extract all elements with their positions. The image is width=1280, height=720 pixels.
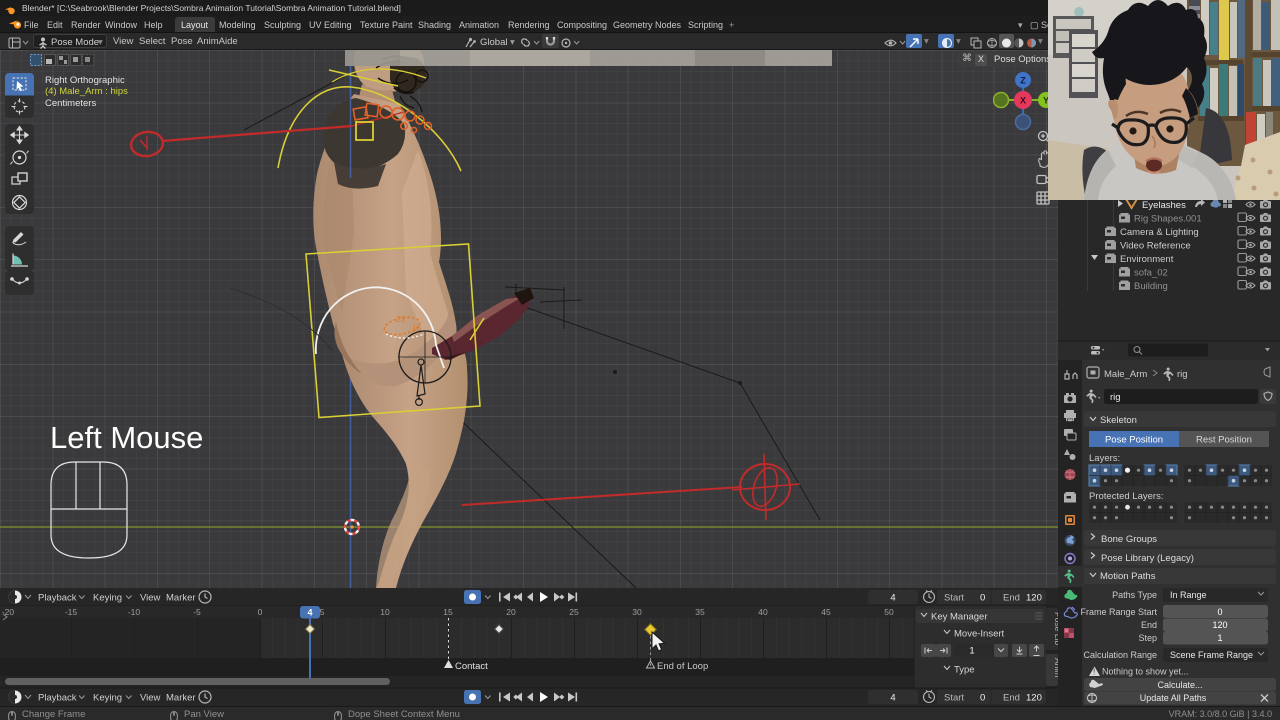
svg-text:0: 0 <box>258 607 263 617</box>
svg-text:rig: rig <box>1177 369 1188 380</box>
svg-text:Key Manager: Key Manager <box>931 612 988 623</box>
svg-text:Building: Building <box>1134 281 1168 292</box>
svg-text:Pose Position: Pose Position <box>1105 435 1163 446</box>
svg-text:15: 15 <box>443 607 453 617</box>
svg-text:Rest Position: Rest Position <box>1196 435 1252 446</box>
svg-text:In Range: In Range <box>1170 590 1207 600</box>
svg-text:Layers:: Layers: <box>1089 453 1120 464</box>
svg-text:Pose Lib: Pose Lib <box>1053 612 1058 645</box>
svg-text:-5: -5 <box>193 607 201 617</box>
svg-text:Scene Frame Range: Scene Frame Range <box>1170 650 1253 660</box>
svg-text:23: 23 <box>396 315 405 324</box>
svg-text:Eyelashes: Eyelashes <box>1142 200 1186 211</box>
svg-text:Step: Step <box>1138 633 1157 643</box>
svg-text:5: 5 <box>320 607 325 617</box>
svg-text:Nothing to show yet...: Nothing to show yet... <box>1102 667 1189 677</box>
svg-text:1: 1 <box>969 646 974 657</box>
svg-text:Anim: Anim <box>1053 658 1058 677</box>
svg-text:!: ! <box>1093 668 1095 677</box>
svg-text:-20: -20 <box>2 607 15 617</box>
svg-text:Type: Type <box>954 665 975 676</box>
svg-text:20: 20 <box>506 607 516 617</box>
svg-text:rig: rig <box>1110 392 1121 403</box>
svg-text:Rig Shapes.001: Rig Shapes.001 <box>1134 214 1202 225</box>
svg-text:4: 4 <box>307 608 312 618</box>
svg-text:40: 40 <box>758 607 768 617</box>
svg-text:35: 35 <box>695 607 705 617</box>
svg-text:25: 25 <box>569 607 579 617</box>
svg-text:10: 10 <box>380 607 390 617</box>
svg-text:Update All Paths: Update All Paths <box>1140 693 1207 703</box>
svg-text:Z: Z <box>1020 76 1026 86</box>
svg-text:Bone Groups: Bone Groups <box>1101 534 1157 545</box>
svg-text:Calculate...: Calculate... <box>1157 680 1202 690</box>
svg-text:-10: -10 <box>128 607 141 617</box>
svg-text:Paths Type: Paths Type <box>1112 590 1157 600</box>
svg-text:Video Reference: Video Reference <box>1120 241 1191 252</box>
svg-text:0: 0 <box>1217 607 1222 617</box>
svg-text:16: 16 <box>412 324 421 333</box>
svg-text:Calculation Range: Calculation Range <box>1083 650 1157 660</box>
svg-text:Move-Insert: Move-Insert <box>954 629 1005 640</box>
svg-text:Camera & Lighting: Camera & Lighting <box>1120 227 1199 238</box>
svg-text:50: 50 <box>884 607 894 617</box>
svg-text:Environment: Environment <box>1120 254 1174 265</box>
svg-text:30: 30 <box>632 607 642 617</box>
svg-text:45: 45 <box>821 607 831 617</box>
svg-text:Male_Arm: Male_Arm <box>1104 369 1147 380</box>
svg-text:X: X <box>1020 96 1026 106</box>
svg-text:Contact: Contact <box>455 661 488 672</box>
svg-text:120: 120 <box>1212 620 1227 630</box>
svg-text:sofa_02: sofa_02 <box>1134 268 1168 279</box>
svg-text:End: End <box>1141 620 1157 630</box>
svg-text:Frame Range Start: Frame Range Start <box>1080 607 1157 617</box>
svg-text:Pose Library (Legacy): Pose Library (Legacy) <box>1101 553 1194 564</box>
svg-text:End of Loop: End of Loop <box>657 661 708 672</box>
svg-text:Motion Paths: Motion Paths <box>1100 571 1156 582</box>
svg-text:1: 1 <box>1217 633 1222 643</box>
svg-text:Protected Layers:: Protected Layers: <box>1089 491 1163 502</box>
svg-text:Skeleton: Skeleton <box>1100 415 1137 426</box>
svg-text:-15: -15 <box>65 607 78 617</box>
